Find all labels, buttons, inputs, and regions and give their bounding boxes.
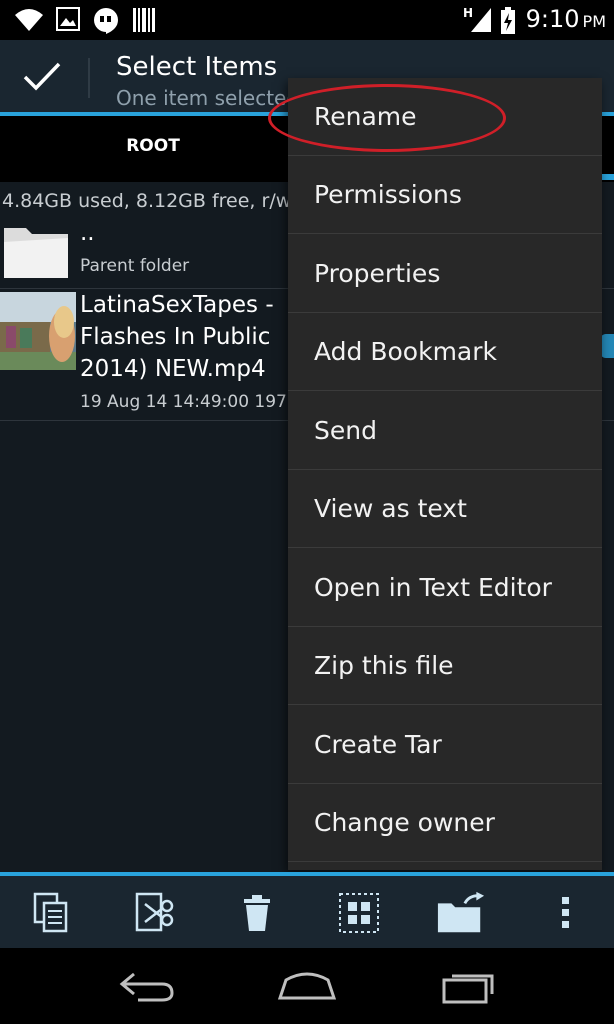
menu-item-zip-this-file[interactable]: Zip this file [288, 627, 602, 705]
move-to-folder-icon [437, 891, 485, 933]
menu-item-create-tar[interactable]: Create Tar [288, 706, 602, 784]
wifi-icon [15, 9, 43, 31]
copy-button[interactable] [26, 888, 76, 938]
list-item-meta: Parent folder [80, 256, 190, 276]
barcode-icon [133, 8, 155, 32]
back-icon[interactable] [118, 966, 176, 1006]
cut-button[interactable] [130, 888, 180, 938]
copy-icon [33, 892, 68, 933]
list-item-name-line-1: LatinaSexTapes - [80, 292, 274, 318]
home-icon[interactable] [276, 966, 338, 1006]
share-icon [600, 334, 614, 358]
list-item-meta: 19 Aug 14 14:49:00 197. [80, 392, 293, 412]
checkmark-icon[interactable] [22, 60, 62, 92]
tab-root[interactable]: ROOT [0, 116, 306, 176]
status-bar: H 9:10 PM [0, 0, 614, 40]
menu-item-open-in-text-editor[interactable]: Open in Text Editor [288, 549, 602, 627]
recents-icon[interactable] [440, 966, 498, 1006]
page-title: Select Items [116, 52, 278, 82]
menu-item-properties[interactable]: Properties [288, 235, 602, 313]
menu-item-add-bookmark[interactable]: Add Bookmark [288, 313, 602, 391]
menu-item-view-as-text[interactable]: View as text [288, 470, 602, 548]
battery-charging-icon [501, 7, 515, 34]
overflow-menu-icon [562, 897, 569, 928]
delete-button[interactable] [232, 888, 282, 938]
folder-icon [4, 228, 68, 278]
storage-info: 4.84GB used, 8.12GB free, r/w [2, 190, 292, 212]
hangouts-icon [94, 8, 118, 34]
navigation-bar [0, 948, 614, 1024]
menu-item-rename[interactable]: Rename [288, 78, 602, 156]
cut-icon [135, 892, 174, 932]
menu-item-permissions[interactable]: Permissions [288, 156, 602, 234]
selection-count: One item selected [116, 86, 288, 110]
signal-icon [471, 8, 491, 32]
action-bar-divider [88, 58, 90, 98]
overflow-menu-button[interactable] [540, 888, 590, 938]
bottom-toolbar [0, 872, 614, 948]
context-menu: Rename Permissions Properties Add Bookma… [288, 78, 602, 870]
menu-item-send[interactable]: Send [288, 392, 602, 470]
image-notification-icon [56, 7, 80, 31]
list-item-name-line-3: 2014) NEW.mp4 [80, 356, 266, 382]
list-item-name-line-2: Flashes In Public [80, 324, 271, 350]
select-all-button[interactable] [334, 888, 384, 938]
list-item-name: .. [80, 220, 95, 246]
menu-item-change-owner[interactable]: Change owner [288, 784, 602, 862]
status-clock: 9:10 PM [525, 5, 606, 33]
select-all-icon [339, 893, 379, 933]
move-to-folder-button[interactable] [436, 888, 486, 938]
video-thumbnail [0, 292, 76, 370]
delete-icon [244, 895, 270, 931]
